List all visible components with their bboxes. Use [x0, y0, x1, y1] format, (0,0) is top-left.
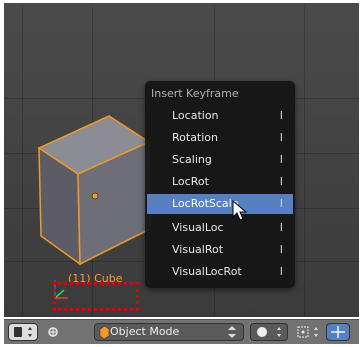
editor-type-button[interactable]	[8, 323, 38, 341]
mouse-pointer-icon	[232, 200, 248, 221]
menu-item-shortcut: I	[279, 243, 283, 256]
menu-item-label: Scaling	[172, 153, 212, 166]
pivot-icon	[297, 326, 318, 338]
menu-item-visualrot[interactable]: VisualRot I	[147, 240, 293, 260]
menu-item-label: VisualLocRot	[172, 265, 242, 278]
pivot-point-button[interactable]	[294, 323, 324, 341]
menu-item-locrot[interactable]: LocRot I	[147, 172, 293, 192]
menu-item-locrotscale[interactable]: LocRotScale I	[147, 194, 293, 214]
plus-circle-icon	[48, 327, 58, 337]
menu-item-visuallocrot[interactable]: VisualLocRot I	[147, 262, 293, 282]
menu-item-shortcut: I	[279, 175, 283, 188]
menu-item-label: VisualRot	[172, 243, 224, 256]
viewport-shading-button[interactable]	[250, 323, 288, 341]
blender-window: (11) Cube Insert Keyframe Location I Rot…	[0, 0, 362, 347]
menu-item-label: VisualLoc	[172, 221, 224, 234]
menu-item-shortcut: I	[279, 153, 283, 166]
menu-title: Insert Keyframe	[151, 87, 239, 100]
manipulator-toggle-button[interactable]	[326, 323, 350, 341]
cube-editor-icon	[14, 327, 32, 337]
menu-item-rotation[interactable]: Rotation I	[147, 128, 293, 148]
menu-item-shortcut: I	[279, 131, 283, 144]
menu-item-label: LocRotScale	[172, 197, 239, 210]
manipulator-arrows-icon	[331, 326, 345, 338]
viewport-header: Object Mode	[4, 319, 359, 344]
insert-keyframe-menu: Insert Keyframe Location I Rotation I Sc…	[145, 81, 295, 288]
menu-item-visualloc[interactable]: VisualLoc I	[147, 218, 293, 238]
menu-item-label: Rotation	[172, 131, 219, 144]
menu-item-label: Location	[172, 109, 219, 122]
highlight-annotation	[53, 282, 139, 311]
menu-toggle-button[interactable]	[44, 323, 62, 341]
solid-sphere-icon	[257, 327, 281, 337]
menu-item-shortcut: I	[279, 221, 283, 234]
menu-item-location[interactable]: Location I	[147, 106, 293, 126]
chevron-updown-icon	[228, 326, 236, 338]
mode-selector[interactable]: Object Mode	[94, 323, 244, 341]
object-mode-icon	[99, 325, 110, 340]
menu-item-scaling[interactable]: Scaling I	[147, 150, 293, 170]
menu-item-label: LocRot	[172, 175, 209, 188]
menu-item-shortcut: I	[279, 197, 283, 210]
menu-item-shortcut: I	[279, 109, 283, 122]
menu-item-shortcut: I	[279, 265, 283, 278]
mode-label: Object Mode	[110, 325, 180, 338]
